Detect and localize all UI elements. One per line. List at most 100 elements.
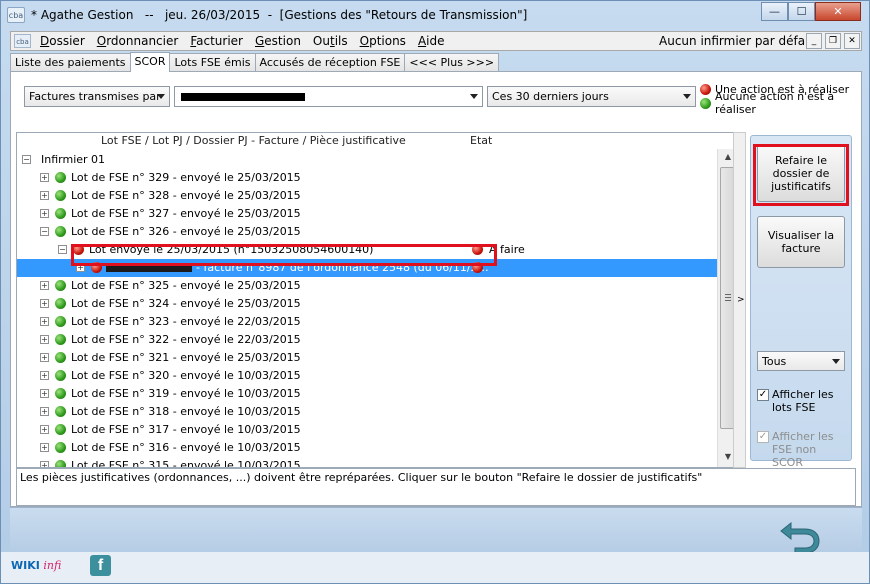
expand-icon[interactable]: + (40, 425, 49, 434)
tree-row[interactable]: + Lot de FSE n° 321 - envoyé le 25/03/201… (17, 349, 717, 367)
period-select[interactable]: Ces 30 derniers jours (487, 86, 696, 107)
bottom-toolbar (10, 507, 862, 551)
green-status-icon (55, 334, 66, 345)
view-invoice-button[interactable]: Visualiser la facture (757, 216, 845, 268)
column-header-main[interactable]: Lot FSE / Lot PJ / Dossier PJ - Facture … (101, 134, 406, 147)
expand-icon[interactable]: + (40, 389, 49, 398)
expand-icon[interactable]: + (40, 299, 49, 308)
tree-row-label: Lot de FSE n° 320 - envoyé le 10/03/2015 (71, 369, 301, 382)
green-status-icon (55, 172, 66, 183)
green-status-icon (55, 316, 66, 327)
minimize-icon[interactable]: — (761, 2, 788, 21)
tree-row-label: Lot de FSE n° 324 - envoyé le 25/03/2015 (71, 297, 301, 310)
document-icon[interactable]: cba (14, 34, 31, 48)
tab-3[interactable]: Accusés de réception FSE (254, 53, 406, 72)
mdi-close-icon[interactable]: ✕ (844, 33, 860, 49)
tab-4[interactable]: <<< Plus >>> (404, 53, 500, 72)
tab-2[interactable]: Lots FSE émis (169, 53, 256, 72)
green-status-icon (55, 226, 66, 237)
expand-icon[interactable]: + (40, 281, 49, 290)
wiki-infi-logo[interactable]: WIKI infi (11, 559, 61, 572)
facebook-icon[interactable]: f (90, 555, 111, 576)
app-logo-icon: cba (7, 7, 25, 23)
show-lots-checkbox-row[interactable]: ✓ Afficher les lots FSE (757, 388, 849, 414)
tab-bar: Liste des paiements SCOR Lots FSE émis Accu… (10, 52, 500, 72)
tree-row[interactable]: + Lot de FSE n° 329 - envoyé le 25/03/201… (17, 169, 717, 187)
green-status-icon (55, 298, 66, 309)
red-status-icon (91, 262, 102, 273)
tree-row[interactable]: + Lot de FSE n° 327 - envoyé le 25/03/201… (17, 205, 717, 223)
menu-facturier[interactable]: Facturier (190, 34, 243, 48)
expand-icon[interactable]: + (40, 191, 49, 200)
chevron-right-icon[interactable]: > (737, 295, 745, 305)
menu-aide[interactable]: Aide (418, 34, 445, 48)
chevron-down-icon (832, 359, 840, 364)
expand-icon[interactable]: + (40, 335, 49, 344)
expand-icon[interactable]: + (40, 173, 49, 182)
menu-ordonnancier[interactable]: Ordonnancier (97, 34, 179, 48)
status-legend: Une action est à réaliser Aucune action … (700, 82, 861, 116)
period-value: Ces 30 derniers jours (492, 90, 609, 103)
status-filter-select[interactable]: Tous (757, 351, 845, 371)
green-status-icon (55, 190, 66, 201)
tree-row[interactable]: + Lot de FSE n° 328 - envoyé le 25/03/201… (17, 187, 717, 205)
expand-icon[interactable]: + (40, 353, 49, 362)
lots-tree[interactable]: Lot FSE / Lot PJ / Dossier PJ - Facture … (16, 132, 738, 468)
close-icon[interactable]: ✕ (815, 2, 861, 21)
info-message: Les pièces justificatives (ordonnances, … (16, 468, 856, 506)
maximize-icon[interactable]: ☐ (788, 2, 815, 21)
green-status-icon (55, 280, 66, 291)
tab-0[interactable]: Liste des paiements (10, 53, 131, 72)
window-title: * Agathe Gestion -- jeu. 26/03/2015 - [G… (31, 8, 528, 22)
collapse-icon[interactable]: − (58, 245, 67, 254)
tree-row-label: Lot de FSE n° 322 - envoyé le 22/03/2015 (71, 333, 301, 346)
tree-root-row[interactable]: − Infirmier 01 (17, 151, 717, 169)
collapse-icon[interactable]: − (40, 227, 49, 236)
tree-row[interactable]: + Lot de FSE n° 324 - envoyé le 25/03/201… (17, 295, 717, 313)
expand-icon[interactable]: + (76, 263, 85, 272)
tree-row-label: Lot de FSE n° 323 - envoyé le 22/03/2015 (71, 315, 301, 328)
expand-icon[interactable]: + (40, 461, 49, 467)
column-header-state[interactable]: Etat (470, 134, 492, 147)
side-panel-splitter[interactable]: > (733, 132, 746, 468)
tree-row[interactable]: + Lot de FSE n° 318 - envoyé le 10/03/201… (17, 403, 717, 421)
tree-row[interactable]: + Lot de FSE n° 322 - envoyé le 22/03/201… (17, 331, 717, 349)
title-bar: cba * Agathe Gestion -- jeu. 26/03/2015 … (1, 1, 869, 30)
menu-items: Dossier Ordonnancier Facturier Gestion Outil… (40, 34, 457, 48)
redacted-patient-name (106, 265, 192, 272)
show-non-scor-checkbox-row: ✓ Afficher les FSE non SCOR (757, 430, 849, 469)
tree-row-label: Lot de FSE n° 321 - envoyé le 25/03/2015 (71, 351, 301, 364)
expand-icon[interactable]: + (40, 371, 49, 380)
transmission-type-select[interactable]: Factures transmises par (24, 86, 170, 107)
mdi-restore-icon[interactable]: ❐ (825, 33, 841, 49)
undo-arrow-icon[interactable] (777, 515, 825, 555)
menu-outils[interactable]: Outils (313, 34, 348, 48)
tree-row[interactable]: + Lot de FSE n° 323 - envoyé le 22/03/201… (17, 313, 717, 331)
collapse-icon[interactable]: − (22, 155, 31, 164)
expand-icon[interactable]: + (40, 209, 49, 218)
tab-1[interactable]: SCOR (129, 52, 171, 72)
expand-icon[interactable]: + (40, 407, 49, 416)
tree-row[interactable]: + Lot de FSE n° 316 - envoyé le 10/03/201… (17, 439, 717, 457)
transmission-type-value: Factures transmises par (29, 90, 161, 103)
nurse-select[interactable] (174, 86, 483, 107)
green-status-icon (55, 208, 66, 219)
tree-row[interactable]: + Lot de FSE n° 317 - envoyé le 10/03/201… (17, 421, 717, 439)
menu-options[interactable]: Options (360, 34, 406, 48)
tree-row[interactable]: − Lot de FSE n° 326 - envoyé le 25/03/201… (17, 223, 717, 241)
show-lots-checkbox[interactable]: ✓ (757, 389, 769, 401)
tree-row[interactable]: + Lot de FSE n° 320 - envoyé le 10/03/201… (17, 367, 717, 385)
tree-row[interactable]: − Lot envoyé le 25/03/2015 (n°15032508054… (17, 241, 717, 259)
menu-dossier[interactable]: Dossier (40, 34, 85, 48)
mdi-minimize-icon[interactable]: _ (806, 33, 822, 49)
redo-justificatifs-button[interactable]: Refaire le dossier de justificatifs (757, 144, 845, 202)
menu-gestion[interactable]: Gestion (255, 34, 301, 48)
tree-row[interactable]: + Lot de FSE n° 319 - envoyé le 10/03/201… (17, 385, 717, 403)
tree-row[interactable]: + Lot de FSE n° 315 - envoyé le 10/03/201… (17, 457, 717, 467)
expand-icon[interactable]: + (40, 317, 49, 326)
menu-bar: cba Dossier Ordonnancier Facturier Gestion O… (10, 31, 862, 51)
tree-row[interactable]: + Lot de FSE n° 325 - envoyé le 25/03/201… (17, 277, 717, 295)
expand-icon[interactable]: + (40, 443, 49, 452)
tree-row[interactable]: + - facture n°8987 de l'ordonnance 2548 (… (17, 259, 717, 277)
show-lots-label: Afficher les lots FSE (772, 388, 834, 414)
